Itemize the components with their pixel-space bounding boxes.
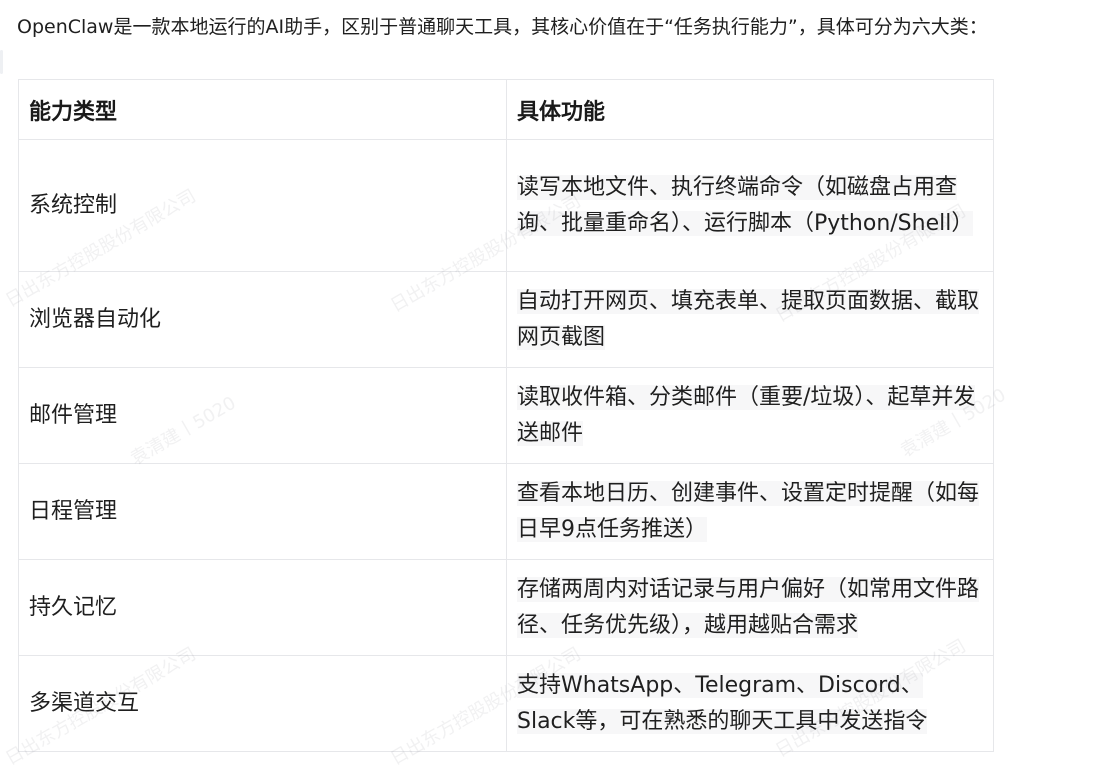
capability-type-cell: 浏览器自动化 bbox=[18, 271, 507, 368]
function-cell: 读取收件箱、分类邮件（重要/垃圾）、起草并发送邮件 bbox=[506, 367, 994, 464]
content-edge-marker bbox=[0, 50, 3, 74]
function-text: 自动打开网页、填充表单、提取页面数据、截取网页截图 bbox=[517, 288, 980, 350]
function-text: 支持WhatsApp、Telegram、Discord、Slack等，可在熟悉的… bbox=[517, 672, 928, 734]
table-row: 日程管理 查看本地日历、创建事件、设置定时提醒（如每日早9点任务推送） bbox=[18, 463, 994, 560]
table-row: 系统控制 读写本地文件、执行终端命令（如磁盘占用查询、批量重命名）、运行脚本（P… bbox=[18, 139, 994, 272]
capability-type-cell: 持久记忆 bbox=[18, 559, 507, 656]
capability-type-cell: 邮件管理 bbox=[18, 367, 507, 464]
function-text: 读写本地文件、执行终端命令（如磁盘占用查询、批量重命名）、运行脚本（Python… bbox=[517, 174, 974, 236]
function-cell: 读写本地文件、执行终端命令（如磁盘占用查询、批量重命名）、运行脚本（Python… bbox=[506, 139, 994, 272]
function-cell: 自动打开网页、填充表单、提取页面数据、截取网页截图 bbox=[506, 271, 994, 368]
capability-type-cell: 多渠道交互 bbox=[18, 655, 507, 752]
capability-type-cell: 日程管理 bbox=[18, 463, 507, 560]
function-cell: 存储两周内对话记录与用户偏好（如常用文件路径、任务优先级），越用越贴合需求 bbox=[506, 559, 994, 656]
function-text: 查看本地日历、创建事件、设置定时提醒（如每日早9点任务推送） bbox=[517, 480, 980, 542]
table-row: 浏览器自动化 自动打开网页、填充表单、提取页面数据、截取网页截图 bbox=[18, 271, 994, 368]
table-row: 持久记忆 存储两周内对话记录与用户偏好（如常用文件路径、任务优先级），越用越贴合… bbox=[18, 559, 994, 656]
function-cell: 查看本地日历、创建事件、设置定时提醒（如每日早9点任务推送） bbox=[506, 463, 994, 560]
function-cell: 支持WhatsApp、Telegram、Discord、Slack等，可在熟悉的… bbox=[506, 655, 994, 752]
intro-text: OpenClaw是一款本地运行的AI助手，区别于普通聊天工具，其核心价值在于“任… bbox=[17, 16, 988, 38]
capability-table: 能力类型 具体功能 系统控制 读写本地文件、执行终端命令（如磁盘占用查询、批量重… bbox=[18, 79, 994, 752]
table-row: 邮件管理 读取收件箱、分类邮件（重要/垃圾）、起草并发送邮件 bbox=[18, 367, 994, 464]
table-header-row: 能力类型 具体功能 bbox=[18, 79, 994, 140]
function-text: 存储两周内对话记录与用户偏好（如常用文件路径、任务优先级），越用越贴合需求 bbox=[517, 576, 980, 638]
function-text: 读取收件箱、分类邮件（重要/垃圾）、起草并发送邮件 bbox=[517, 384, 976, 446]
header-specific-function: 具体功能 bbox=[506, 79, 994, 140]
header-capability-type: 能力类型 bbox=[18, 79, 507, 140]
capability-type-cell: 系统控制 bbox=[18, 139, 507, 272]
table-row: 多渠道交互 支持WhatsApp、Telegram、Discord、Slack等… bbox=[18, 655, 994, 752]
